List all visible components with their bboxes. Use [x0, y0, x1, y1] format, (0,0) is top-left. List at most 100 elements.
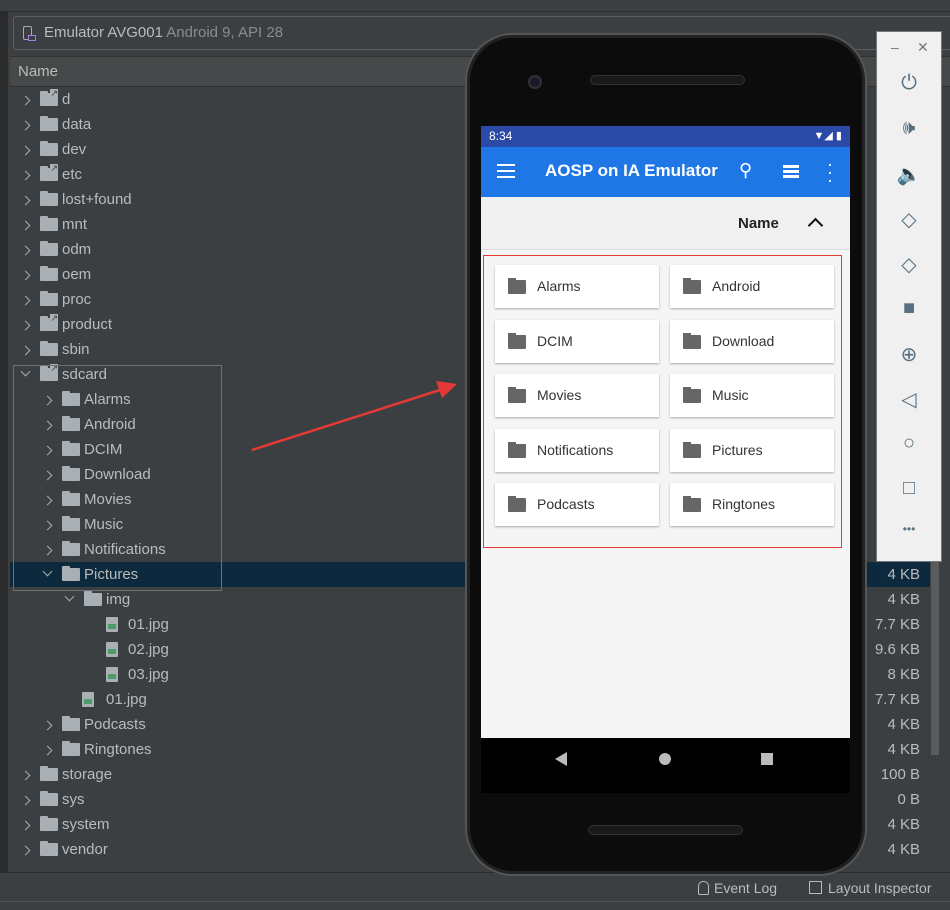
more-icon[interactable]: ••• — [877, 522, 941, 536]
folder-card[interactable]: Ringtones — [670, 483, 834, 526]
camera-icon[interactable]: ■ — [877, 297, 941, 320]
folder-card[interactable]: Download — [670, 319, 834, 363]
status-bar: Event Log Layout Inspector — [0, 872, 950, 902]
tree-item-name: dev — [62, 141, 87, 158]
left-edge-panel — [0, 12, 8, 872]
folder-card-label: Download — [712, 332, 775, 349]
home-nav-icon[interactable] — [659, 753, 671, 765]
sort-ascending-icon[interactable] — [807, 217, 824, 234]
name-header-label: Name — [18, 63, 59, 80]
tree-item-size: 9.6 KB — [874, 641, 920, 658]
tree-item-name: lost+found — [62, 191, 132, 208]
tree-item-name: sys — [62, 791, 85, 808]
folder-link-icon — [40, 164, 58, 181]
folder-icon — [40, 341, 58, 356]
device-name: Emulator AVG001 — [44, 24, 163, 41]
tree-item-name: oem — [62, 266, 92, 283]
folder-card[interactable]: Alarms — [495, 265, 659, 308]
image-file-icon — [106, 667, 118, 682]
tree-item-name: 01.jpg — [128, 616, 169, 633]
folder-card-label: Music — [712, 387, 749, 403]
tree-item-size: 4 KB — [887, 816, 920, 833]
app-title: AOSP on IA Emulator — [545, 161, 718, 180]
emulator-toolbar: – ✕ ⏻ 🕪 🔈 ◇ ◇ ■ ⊕ ◁ ○ □ ••• — [876, 31, 942, 562]
phone-screen[interactable]: 8:34 ▼◢ ▮ AOSP on IA Emulator ⚲ · · · Name… — [481, 126, 850, 738]
back-nav-icon[interactable] — [555, 752, 567, 766]
image-file-icon — [82, 692, 94, 707]
list-view-icon[interactable] — [783, 165, 799, 178]
tree-item-name: 01.jpg — [106, 691, 147, 708]
layout-inspector-icon — [809, 881, 822, 894]
folder-icon — [508, 332, 526, 349]
power-icon[interactable]: ⏻ — [877, 72, 941, 95]
search-icon[interactable]: ⚲ — [739, 160, 752, 181]
home-icon[interactable]: ○ — [877, 432, 941, 455]
folder-icon — [40, 291, 58, 306]
tree-item-name: proc — [62, 291, 92, 308]
folder-card[interactable]: Podcasts — [495, 483, 659, 526]
folder-card[interactable]: Pictures — [670, 428, 834, 472]
folder-icon — [40, 766, 58, 781]
zoom-icon[interactable]: ⊕ — [877, 342, 941, 367]
minimize-icon[interactable]: – — [891, 39, 899, 55]
tree-item-name: etc — [62, 166, 83, 183]
tree-item-size: 4 KB — [887, 841, 920, 858]
folder-card[interactable]: Android — [670, 265, 834, 308]
folder-card-label: Alarms — [537, 278, 581, 294]
tree-item-size: 4 KB — [887, 741, 920, 758]
rotate-left-icon[interactable]: ◇ — [877, 207, 941, 232]
folder-icon — [62, 716, 80, 731]
folder-icon — [508, 387, 526, 403]
folder-card[interactable]: Movies — [495, 374, 659, 417]
folder-card[interactable]: DCIM — [495, 319, 659, 363]
tree-item-name: Podcasts — [84, 716, 146, 733]
tree-item-size: 8 KB — [887, 666, 920, 683]
clock: 8:34 — [489, 129, 513, 143]
tree-item-name: 02.jpg — [128, 641, 169, 658]
volume-down-icon[interactable]: 🔈 — [877, 162, 941, 187]
overview-icon[interactable]: □ — [877, 477, 941, 500]
tree-item-name: mnt — [62, 216, 88, 233]
folder-card-label: Pictures — [712, 441, 763, 458]
folder-icon — [40, 141, 58, 156]
top-speaker — [590, 75, 745, 85]
tree-item-size: 4 KB — [887, 566, 920, 583]
layout-inspector-button[interactable]: Layout Inspector — [809, 880, 932, 896]
sort-row[interactable]: Name — [481, 197, 850, 250]
folder-icon — [40, 841, 58, 856]
signal-battery-icons: ▼◢ ▮ — [813, 130, 842, 142]
event-log-button[interactable]: Event Log — [698, 880, 777, 896]
tree-item-size: 4 KB — [887, 591, 920, 608]
title-bar — [0, 0, 950, 12]
rotate-right-icon[interactable]: ◇ — [877, 252, 941, 277]
folder-card[interactable]: Music — [670, 374, 834, 417]
overview-nav-icon[interactable] — [761, 753, 773, 765]
image-file-icon — [106, 617, 118, 632]
folder-icon — [62, 741, 80, 756]
more-options-icon[interactable]: · · · — [827, 155, 833, 189]
close-icon[interactable]: ✕ — [917, 39, 929, 56]
scrollbar-thumb[interactable] — [931, 560, 939, 755]
folder-card-label: Android — [712, 278, 761, 294]
volume-up-icon[interactable]: 🕪 — [877, 117, 941, 140]
folder-icon — [40, 241, 58, 256]
menu-icon[interactable] — [497, 164, 515, 178]
android-status-bar: 8:34 ▼◢ ▮ — [481, 126, 850, 147]
tree-item-name: 03.jpg — [128, 666, 169, 683]
folder-card-label: Podcasts — [537, 496, 595, 512]
tree-item-name: odm — [62, 241, 92, 258]
folder-icon — [683, 441, 701, 458]
tree-item-name: sbin — [62, 341, 90, 358]
bottom-speaker — [588, 825, 743, 835]
tree-item-name: vendor — [62, 841, 108, 858]
folder-card[interactable]: Notifications — [495, 428, 659, 472]
folder-link-icon — [40, 89, 58, 106]
back-icon[interactable]: ◁ — [877, 387, 941, 412]
tree-item-name: Ringtones — [84, 741, 152, 758]
tree-item-name: data — [62, 116, 92, 133]
event-log-icon — [698, 881, 709, 895]
tree-item-name: d — [62, 91, 71, 108]
folder-icon — [40, 266, 58, 281]
layout-inspector-label: Layout Inspector — [828, 880, 932, 896]
event-log-label: Event Log — [714, 880, 778, 896]
